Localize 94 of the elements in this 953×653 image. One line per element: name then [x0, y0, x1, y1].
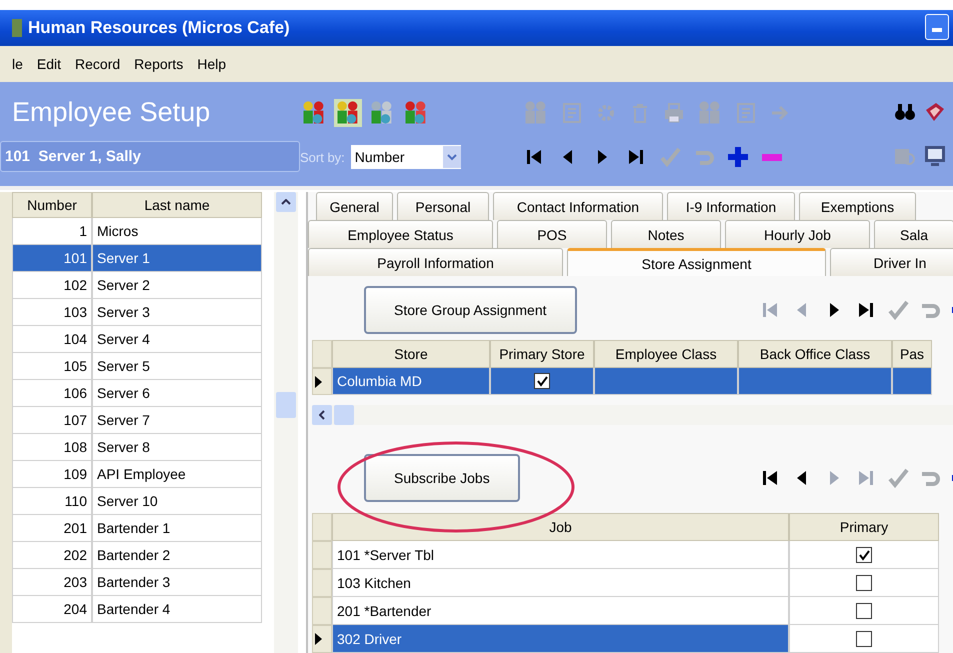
table-cell: 106: [12, 380, 92, 407]
row-selector-header: [312, 340, 332, 368]
menu-item[interactable]: Reports: [134, 56, 184, 72]
table-cell: Server 8: [92, 434, 262, 461]
horizontal-scrollbar[interactable]: [312, 405, 953, 425]
add-icon[interactable]: [726, 145, 750, 169]
minimize-icon: [932, 28, 942, 32]
checkbox[interactable]: [856, 602, 872, 618]
table-cell: Bartender 1: [92, 515, 262, 542]
scroll-up-button[interactable]: [276, 192, 296, 212]
menu-item[interactable]: Edit: [36, 56, 62, 72]
table-cell: 105: [12, 353, 92, 380]
table-cell: Server 6: [92, 380, 262, 407]
monitor-icon[interactable]: [923, 144, 947, 168]
table-cell: Server 10: [92, 488, 262, 515]
tab[interactable]: Sala: [874, 220, 953, 248]
table-cell: 204: [12, 596, 92, 623]
table-cell: 203: [12, 569, 92, 596]
checkbox[interactable]: [856, 574, 872, 590]
page-title: Employee Setup: [11, 96, 212, 128]
vertical-scrollbar[interactable]: [274, 192, 298, 653]
current-record: 101 Server 1, Sally: [0, 140, 300, 172]
row-selector[interactable]: [312, 368, 332, 395]
table-cell: 1: [12, 218, 92, 245]
table-cell: 102: [12, 272, 92, 299]
tab[interactable]: I-9 Information: [667, 192, 795, 220]
scroll-thumb[interactable]: [334, 405, 354, 425]
window-title: Human Resources (Micros Cafe): [28, 18, 290, 38]
table-cell: Bartender 3: [92, 569, 262, 596]
table-cell: 104: [12, 326, 92, 353]
table-cell: Server 2: [92, 272, 262, 299]
table-cell: Server 1: [92, 245, 262, 272]
checkbox[interactable]: [534, 373, 550, 389]
table-cell: 101 *Server Tbl: [332, 541, 789, 569]
tab[interactable]: Notes: [611, 220, 721, 248]
scroll-thumb[interactable]: [276, 392, 296, 418]
tab[interactable]: POS: [497, 220, 607, 248]
table-cell: 103: [12, 299, 92, 326]
dropdown-icon: [442, 146, 461, 168]
tab[interactable]: Personal: [397, 192, 489, 220]
column-header[interactable]: Number: [12, 192, 92, 218]
row-pointer-icon: [313, 632, 323, 646]
app-icon: [12, 19, 22, 37]
menu-item[interactable]: Record: [75, 56, 120, 72]
column-header[interactable]: Last name: [92, 192, 262, 218]
table-cell: Server 3: [92, 299, 262, 326]
people-icon[interactable]: [334, 99, 362, 127]
table-cell: 110: [12, 488, 92, 515]
table-cell: Columbia MD: [332, 368, 490, 395]
table-cell: 201: [12, 515, 92, 542]
tab[interactable]: Hourly Job: [725, 220, 870, 248]
tab[interactable]: Driver In: [830, 248, 953, 276]
table-cell: Micros: [92, 218, 262, 245]
menu-item[interactable]: Help: [197, 56, 226, 72]
table-cell: API Employee: [92, 461, 262, 488]
table-cell: 101: [12, 245, 92, 272]
checkbox[interactable]: [856, 546, 872, 562]
minimize-button[interactable]: [925, 14, 949, 40]
column-header[interactable]: Primary: [789, 513, 939, 541]
store-group-assignment-button[interactable]: Store Group Assignment: [364, 286, 577, 334]
tab[interactable]: Store Assignment: [567, 248, 826, 276]
tab[interactable]: Employee Status: [308, 220, 493, 248]
table-cell: 202: [12, 542, 92, 569]
row-selector[interactable]: [312, 625, 332, 653]
tab[interactable]: General: [316, 192, 393, 220]
table-cell: 302 Driver: [332, 625, 789, 653]
table-cell: 108: [12, 434, 92, 461]
tab[interactable]: Contact Information: [493, 192, 663, 220]
table-cell: Server 7: [92, 407, 262, 434]
column-header[interactable]: Employee Class: [594, 340, 738, 368]
subscribe-jobs-button[interactable]: Subscribe Jobs: [364, 454, 520, 502]
tab[interactable]: Exemptions: [799, 192, 916, 220]
sort-select[interactable]: Number: [350, 145, 461, 169]
column-header[interactable]: Store: [332, 340, 490, 368]
table-cell: Bartender 4: [92, 596, 262, 623]
menu-item[interactable]: le: [12, 56, 23, 72]
sort-label: Sort by:: [300, 150, 345, 164]
column-header[interactable]: Job: [332, 513, 789, 541]
table-cell: Server 4: [92, 326, 262, 353]
scroll-left-button[interactable]: [312, 405, 332, 425]
row-selector-header: [312, 513, 332, 541]
table-cell: Bartender 2: [92, 542, 262, 569]
checkbox[interactable]: [856, 630, 872, 646]
column-header[interactable]: Back Office Class: [738, 340, 892, 368]
row-pointer-icon: [313, 374, 323, 388]
table-cell: Server 5: [92, 353, 262, 380]
table-cell: [892, 368, 932, 395]
column-header[interactable]: Primary Store: [490, 340, 594, 368]
table-cell: 109: [12, 461, 92, 488]
tab[interactable]: Payroll Information: [308, 248, 563, 276]
column-header[interactable]: Pas: [892, 340, 932, 368]
table-cell: 107: [12, 407, 92, 434]
table-cell: 201 *Bartender: [332, 597, 789, 625]
table-cell: 103 Kitchen: [332, 569, 789, 597]
